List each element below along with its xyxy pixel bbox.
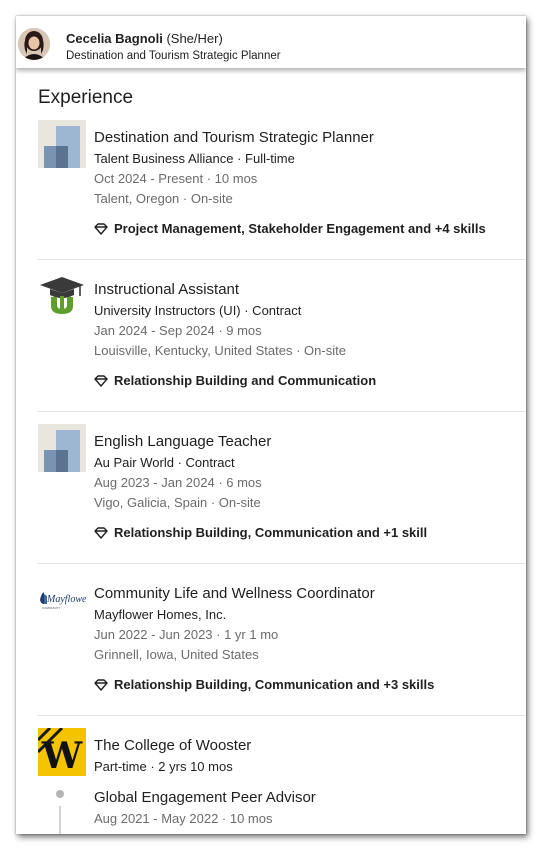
- job-title[interactable]: Destination and Tourism Strategic Planne…: [94, 129, 374, 146]
- timeline-line: [59, 806, 61, 834]
- diamond-icon: [94, 678, 108, 691]
- avatar-photo-icon: [18, 28, 50, 60]
- svg-text:Mayflower: Mayflower: [46, 594, 86, 605]
- entry-divider: [38, 259, 526, 260]
- company-logo[interactable]: Mayflower COMMUNITY: [38, 576, 90, 624]
- company-name[interactable]: The College of Wooster: [94, 737, 251, 754]
- experience-entry[interactable]: Instructional Assistant University Instr…: [38, 272, 526, 412]
- job-dates: Jun 2022 - Jun 2023 · 1 yr 1 mo: [94, 627, 279, 642]
- entry-divider: [38, 411, 526, 412]
- experience-entry[interactable]: Destination and Tourism Strategic Planne…: [38, 120, 526, 260]
- entry-divider: [38, 563, 526, 564]
- company-employment-type: Au Pair World · Contract: [94, 455, 235, 470]
- profile-sticky-header: Cecelia Bagnoli (She/Her) Destination an…: [16, 16, 526, 68]
- job-dates: Oct 2024 - Present · 10 mos: [94, 171, 258, 186]
- company-logo[interactable]: [38, 424, 86, 472]
- skills-link[interactable]: Relationship Building, Communication and…: [94, 525, 427, 540]
- diamond-icon: [94, 526, 108, 539]
- job-dates: Aug 2023 - Jan 2024 · 6 mos: [94, 475, 262, 490]
- profile-avatar[interactable]: [18, 28, 50, 60]
- diamond-icon: [94, 374, 108, 387]
- profile-name-line[interactable]: Cecelia Bagnoli (She/Her): [66, 31, 223, 46]
- generic-company-logo-icon: [38, 424, 86, 472]
- experience-section-title: Experience: [38, 87, 134, 108]
- entry-divider: [38, 715, 526, 716]
- role-dates: Aug 2021 - May 2022 · 10 mos: [94, 811, 273, 826]
- job-location: Talent, Oregon · On-site: [94, 191, 233, 206]
- diamond-icon: [94, 222, 108, 235]
- company-logo[interactable]: [38, 272, 86, 320]
- job-title[interactable]: English Language Teacher: [94, 433, 271, 450]
- job-title[interactable]: Community Life and Wellness Coordinator: [94, 585, 375, 602]
- company-employment-type: Mayflower Homes, Inc.: [94, 607, 227, 622]
- skills-link[interactable]: Relationship Building, Communication and…: [94, 677, 434, 692]
- company-logo[interactable]: W: [36, 726, 86, 777]
- company-employment-type: Talent Business Alliance · Full-time: [94, 151, 295, 166]
- job-location: Grinnell, Iowa, United States: [94, 647, 259, 662]
- skills-label: Relationship Building, Communication and…: [114, 677, 435, 692]
- experience-entry[interactable]: Mayflower COMMUNITY Community Life and W…: [38, 576, 526, 716]
- profile-card: Cecelia Bagnoli (She/Her) Destination an…: [16, 16, 526, 834]
- experience-entry[interactable]: English Language Teacher Au Pair World ·…: [38, 424, 526, 564]
- skills-label: Relationship Building, Communication and…: [114, 525, 428, 540]
- company-logo[interactable]: [38, 120, 86, 168]
- job-title[interactable]: Instructional Assistant: [94, 281, 239, 298]
- job-location: Vigo, Galicia, Spain · On-site: [94, 495, 261, 510]
- svg-text:COMMUNITY: COMMUNITY: [42, 606, 61, 610]
- generic-company-logo-icon: [38, 120, 86, 168]
- skills-label: Project Management, Stakeholder Engageme…: [114, 221, 486, 236]
- job-location: Louisville, Kentucky, United States · On…: [94, 343, 346, 358]
- role-title[interactable]: Global Engagement Peer Advisor: [94, 789, 316, 806]
- profile-headline: Destination and Tourism Strategic Planne…: [66, 50, 281, 62]
- skills-link[interactable]: Relationship Building and Communication: [94, 373, 376, 388]
- skills-label: Relationship Building and Communication: [114, 373, 377, 388]
- job-dates: Jan 2024 - Sep 2024 · 9 mos: [94, 323, 262, 338]
- profile-pronouns: (She/Her): [166, 31, 223, 46]
- company-employment-type: University Instructors (UI) · Contract: [94, 303, 302, 318]
- skills-link[interactable]: Project Management, Stakeholder Engageme…: [94, 221, 486, 236]
- company-employment-type: Part-time · 2 yrs 10 mos: [94, 759, 233, 774]
- timeline-dot: [56, 790, 64, 798]
- graduation-cap-logo-icon: [38, 272, 86, 320]
- wooster-w-logo-icon: W: [36, 726, 86, 777]
- mayflower-logo-icon: Mayflower COMMUNITY: [38, 576, 90, 624]
- svg-text:W: W: [41, 735, 83, 776]
- profile-name: Cecelia Bagnoli: [66, 31, 163, 46]
